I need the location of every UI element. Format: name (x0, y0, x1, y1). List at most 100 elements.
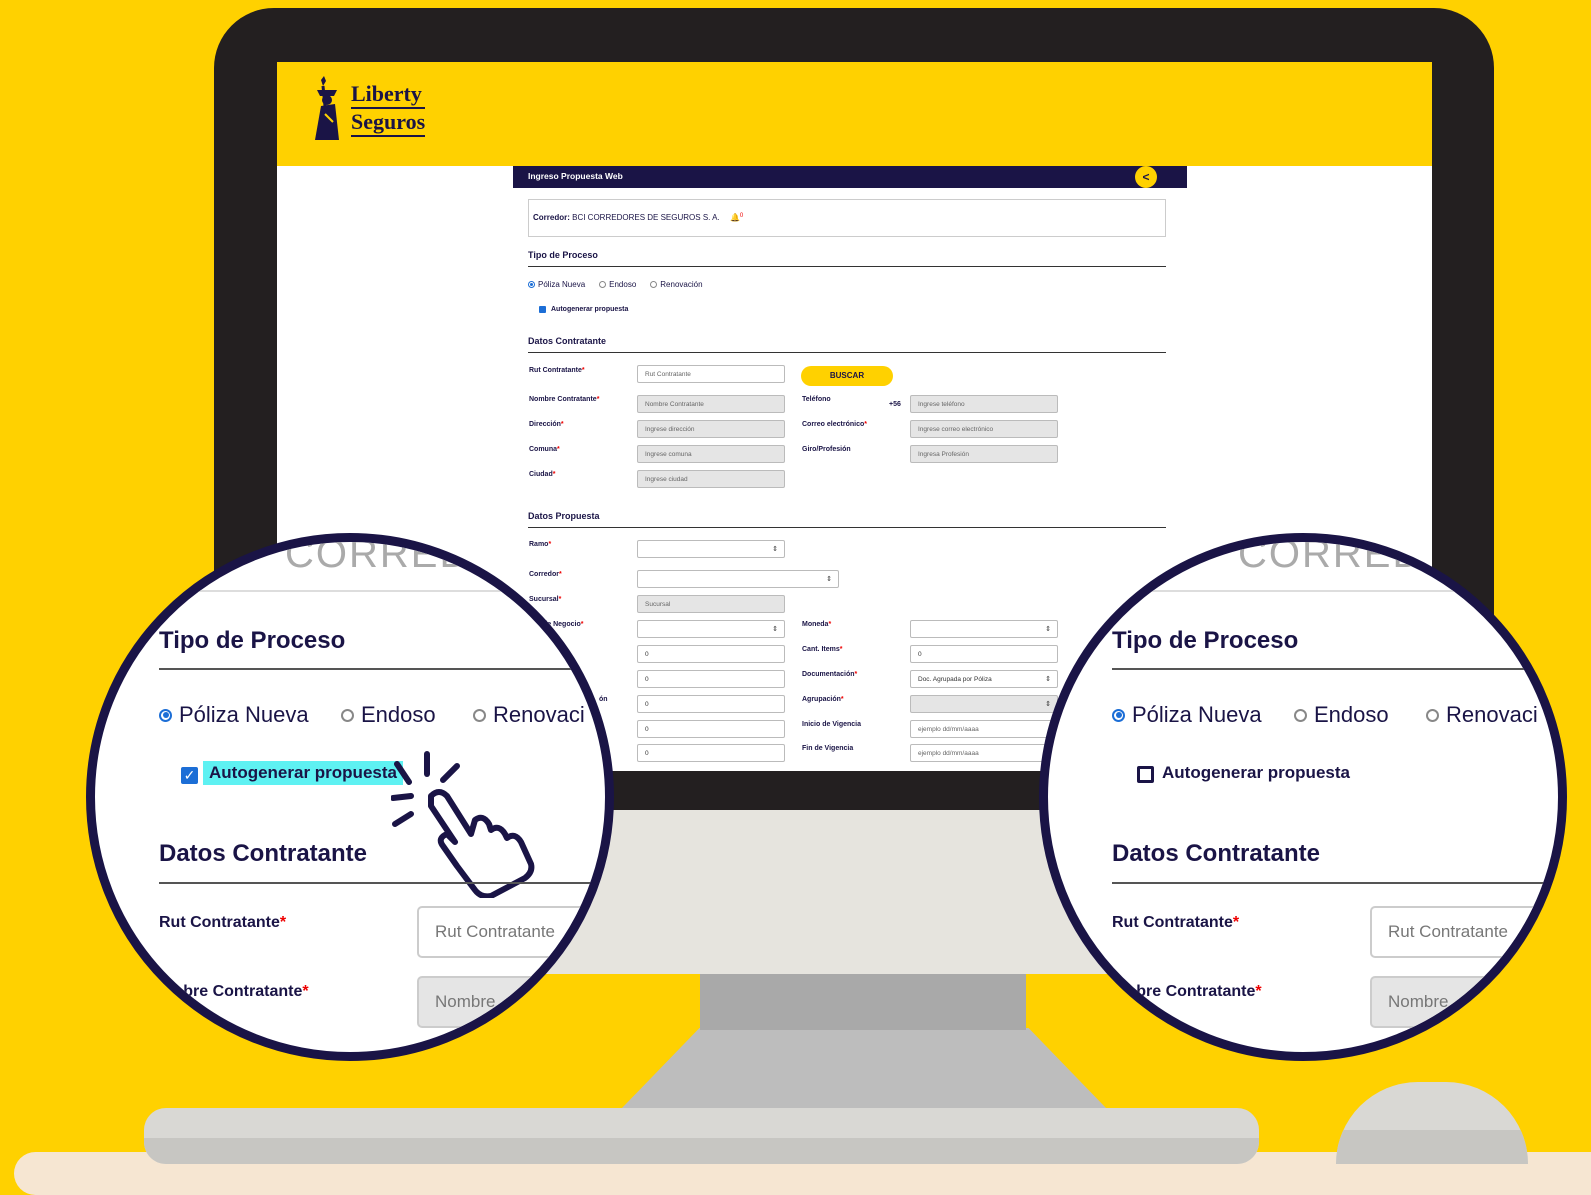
radio-poliza-nueva[interactable]: Póliza Nueva (528, 280, 585, 289)
monitor-stand-neck (700, 970, 1026, 1030)
corredor-select[interactable]: ⇕ (637, 570, 839, 588)
giro-input[interactable]: Ingresa Profesión (910, 445, 1058, 463)
zoom-right-rut-label: Rut Contratante* (1112, 914, 1240, 931)
topbar: Liberty Seguros (277, 62, 1432, 166)
zoom-right-divider (1112, 668, 1558, 670)
checkbox-checked-icon[interactable] (539, 306, 546, 313)
ciudad-label: Ciudad* (529, 471, 556, 478)
partial-label: ón (599, 696, 608, 703)
autogenerar-label: Autogenerar propuesta (551, 306, 629, 313)
zoom-right-nombre-input[interactable]: Nombre (1370, 976, 1558, 1028)
corredor-value: BCI CORREDORES DE SEGUROS S. A. (572, 213, 720, 222)
moneda-select[interactable]: ⇕ (910, 620, 1058, 638)
radio-endoso[interactable]: Endoso (599, 280, 636, 289)
radio-icon (650, 281, 658, 288)
cant-items-input[interactable]: 0 (910, 645, 1058, 663)
zoom-right-divider-2 (1112, 882, 1558, 884)
giro-label: Giro/Profesión (802, 446, 851, 453)
rut-input[interactable]: Rut Contratante (637, 365, 785, 383)
zoom-left-rut-input[interactable]: Rut Contratante (417, 906, 605, 958)
zoom-right-section-title: Datos Contratante (1112, 840, 1321, 867)
correo-input[interactable]: Ingrese correo electrónico (910, 420, 1058, 438)
zoom-left-section-title: Datos Contratante (159, 840, 368, 867)
zoom-right-radio-2[interactable]: Endoso (1294, 702, 1389, 728)
documentacion-select[interactable]: Doc. Agrupada por Póliza ⇕ (910, 670, 1058, 688)
documentacion-label: Documentación* (802, 671, 858, 678)
rut-label: Rut Contratante* (529, 367, 585, 374)
cant-items-label: Cant. Items* (802, 646, 843, 653)
radio-selected-icon (1112, 708, 1125, 722)
radio-icon (1294, 708, 1307, 722)
radio-icon (599, 281, 607, 288)
zoom-left: CORREDOR Tipo de Proceso Póliza Nueva En… (86, 533, 614, 1061)
sucursal-input[interactable]: Sucursal (637, 595, 785, 613)
field-value-1[interactable]: 0 (637, 645, 785, 663)
select-arrows-icon: ⇕ (1045, 676, 1051, 683)
telefono-prefix: +56 (889, 401, 901, 408)
zoom-left-radio-1[interactable]: Póliza Nueva (159, 702, 309, 728)
radio-icon (341, 708, 354, 722)
zoom-right-checkbox-label: Autogenerar propuesta (1162, 763, 1350, 782)
zoom-left-radio-3[interactable]: Renovaci (473, 702, 585, 728)
zoom-left-title: Tipo de Proceso (159, 627, 346, 654)
buscar-button[interactable]: BUSCAR (801, 366, 893, 386)
field-value-2[interactable]: 0 (637, 670, 785, 688)
ciudad-input[interactable]: Ingrese ciudad (637, 470, 785, 488)
zoom-right-divider-top (1048, 590, 1558, 592)
telefono-input[interactable]: Ingrese teléfono (910, 395, 1058, 413)
autogenerar-checkbox-row[interactable]: Autogenerar propuesta (539, 306, 628, 313)
comuna-label: Comuna* (529, 446, 560, 453)
monitor-stand-base (622, 1028, 1106, 1108)
zoom-left-nombre-label: mbre Contratante* (169, 983, 309, 1000)
correo-label: Correo electrónico* (802, 421, 867, 428)
inicio-vigencia-input[interactable]: ejemplo dd/mm/aaaa (910, 720, 1058, 738)
form-header: Ingreso Propuesta Web < (513, 166, 1187, 188)
datos-contratante-title: Datos Contratante (528, 336, 1166, 353)
fin-vigencia-input[interactable]: ejemplo dd/mm/aaaa (910, 744, 1058, 762)
zoom-left-radio-2[interactable]: Endoso (341, 702, 436, 728)
tipo-negocio-select[interactable]: ⇕ (637, 620, 785, 638)
nombre-input[interactable]: Nombre Contratante (637, 395, 785, 413)
radio-renovacion[interactable]: Renovación (650, 280, 703, 289)
radio-selected-icon (528, 281, 535, 288)
direccion-input[interactable]: Ingrese dirección (637, 420, 785, 438)
select-arrows-icon: ⇕ (1045, 626, 1051, 633)
zoom-left-checkbox-label: Autogenerar propuesta (203, 761, 403, 785)
radio-selected-icon (159, 708, 172, 722)
zoom-right-title: Tipo de Proceso (1112, 627, 1299, 654)
agrupacion-select[interactable]: ⇕ (910, 695, 1058, 713)
bell-icon[interactable]: 🔔 (730, 213, 740, 222)
moneda-label: Moneda* (802, 621, 832, 628)
select-arrows-icon: ⇕ (1045, 701, 1051, 708)
field-value-3[interactable]: 0 (637, 695, 785, 713)
zoom-left-divider-top (95, 590, 605, 592)
zoom-right: CORREDO Tipo de Proceso Póliza Nueva End… (1039, 533, 1567, 1061)
field-value-4[interactable]: 0 (637, 720, 785, 738)
zoom-left-nombre-input[interactable]: Nombre (417, 976, 605, 1028)
select-arrows-icon: ⇕ (826, 576, 832, 583)
select-arrows-icon: ⇕ (772, 546, 778, 553)
brand-line-1: Liberty (351, 81, 426, 109)
ramo-select[interactable]: ⇕ (637, 540, 785, 558)
zoom-right-radio-1[interactable]: Póliza Nueva (1112, 702, 1262, 728)
direccion-label: Dirección* (529, 421, 564, 428)
collapse-button[interactable]: < (1135, 166, 1157, 188)
zoom-right-rut-input[interactable]: Rut Contratante (1370, 906, 1558, 958)
zoom-left-rut-label: Rut Contratante* (159, 914, 287, 931)
comuna-input[interactable]: Ingrese comuna (637, 445, 785, 463)
field-value-5[interactable]: 0 (637, 744, 785, 762)
pointing-hand-icon (391, 751, 535, 898)
datos-propuesta-title: Datos Propuesta (528, 511, 1166, 528)
fin-vigencia-label: Fin de Vigencia (802, 745, 854, 752)
radio-icon (1426, 708, 1439, 722)
zoom-right-checkbox-unchecked-icon[interactable] (1137, 766, 1154, 783)
liberty-logo[interactable]: Liberty Seguros (307, 76, 426, 142)
zoom-left-checkbox-checked-icon[interactable]: ✓ (181, 767, 198, 784)
radio-icon (473, 708, 486, 722)
zoom-right-nombre-label: mbre Contratante* (1122, 983, 1262, 1000)
zoom-right-radio-3[interactable]: Renovaci (1426, 702, 1538, 728)
tipo-proceso-radios: Póliza Nueva Endoso Renovación (528, 280, 703, 289)
inicio-vigencia-label: Inicio de Vigencia (802, 721, 862, 728)
corredor-box: Corredor: BCI CORREDORES DE SEGUROS S. A… (528, 199, 1166, 237)
select-arrows-icon: ⇕ (772, 626, 778, 633)
